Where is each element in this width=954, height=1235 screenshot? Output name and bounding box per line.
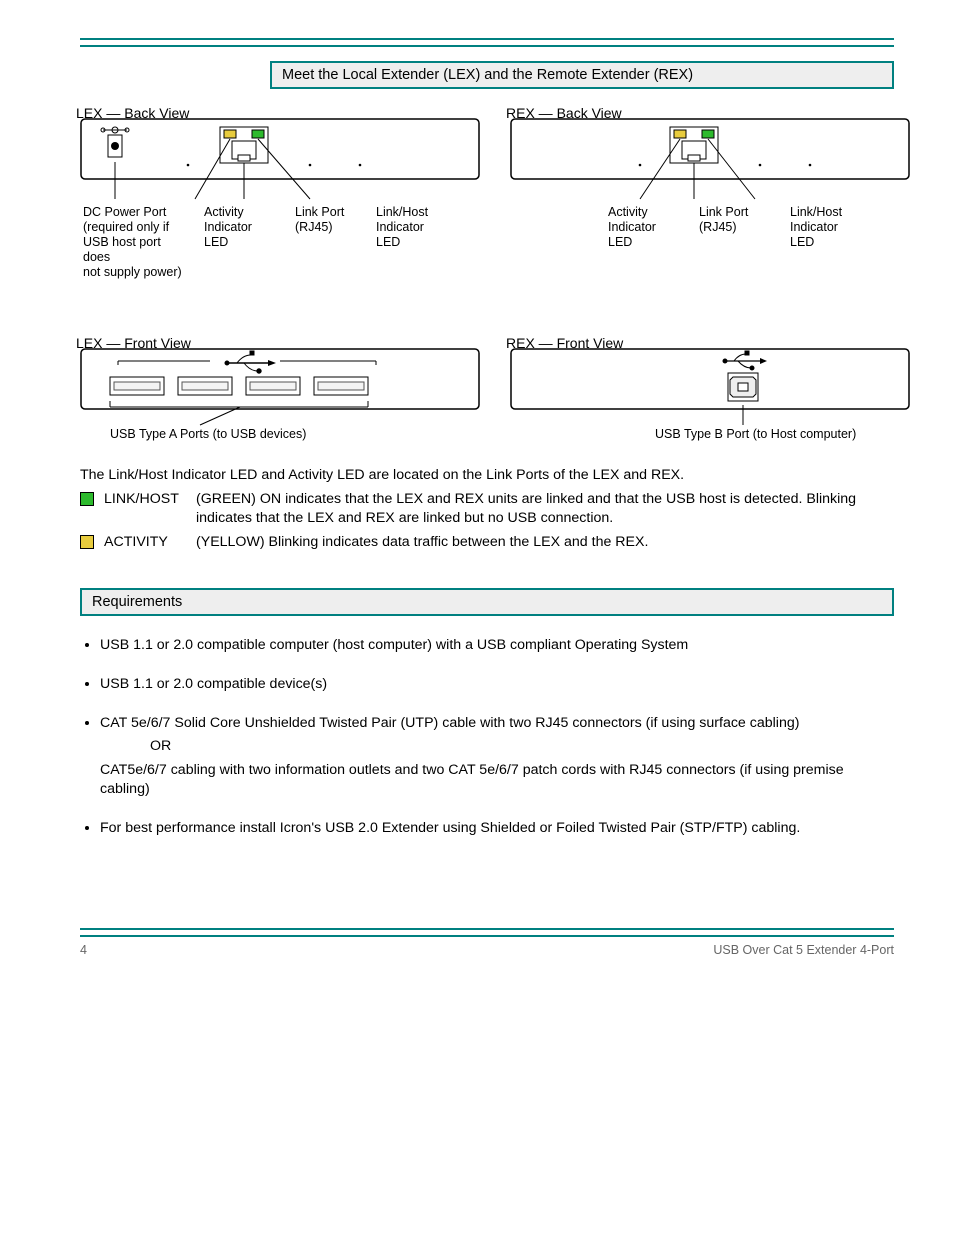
requirement-item: USB 1.1 or 2.0 compatible computer (host… bbox=[100, 634, 894, 655]
label-link-host-led: Link/Host IndicatorLED bbox=[375, 204, 478, 281]
top-rule bbox=[80, 38, 894, 47]
panel-rex-back: REX — Back View bbox=[510, 107, 910, 283]
panel-rex-front: REX — Front View bbox=[510, 337, 910, 442]
label-activity-led-rex: ActivityIndicatorLED bbox=[607, 204, 696, 251]
diagrams-block: LEX — Back View bbox=[80, 107, 894, 462]
label-usb-b-port: USB Type B Port (to Host computer) bbox=[655, 427, 910, 442]
panel-title: LEX — Front View bbox=[76, 335, 191, 351]
section-heading-hardware: Meet the Local Extender (LEX) and the Re… bbox=[270, 61, 894, 89]
label-link-port-rex: Link Port(RJ45) bbox=[698, 204, 787, 251]
led-description: The Link/Host Indicator LED and Activity… bbox=[80, 466, 894, 552]
led-activity-name: ACTIVITY bbox=[104, 533, 192, 551]
requirements-list: USB 1.1 or 2.0 compatible computer (host… bbox=[100, 634, 894, 838]
label-link-host-led-rex: Link/Host IndicatorLED bbox=[789, 204, 908, 251]
page-footer: 4 USB Over Cat 5 Extender 4-Port bbox=[80, 928, 894, 957]
label-dc-power: DC Power Port(required only ifUSB host p… bbox=[82, 204, 201, 281]
page-number: 4 bbox=[80, 943, 87, 957]
requirement-item: USB 1.1 or 2.0 compatible device(s) bbox=[100, 673, 894, 694]
led-link-name: LINK/HOST bbox=[104, 490, 192, 508]
diagram-lex-back bbox=[80, 107, 480, 202]
section-heading-requirements: Requirements bbox=[80, 588, 894, 616]
footer-title: USB Over Cat 5 Extender 4-Port bbox=[713, 943, 894, 957]
panel-lex-front: LEX — Front View bbox=[80, 337, 480, 442]
diagram-rex-back bbox=[510, 107, 910, 202]
label-link-port: Link Port(RJ45) bbox=[294, 204, 373, 281]
panel-title: LEX — Back View bbox=[76, 105, 189, 121]
led-link-desc: (GREEN) ON indicates that the LEX and RE… bbox=[196, 490, 894, 527]
panel-title: REX — Back View bbox=[506, 105, 622, 121]
led-swatch-yellow bbox=[80, 535, 94, 549]
panel-title: REX — Front View bbox=[506, 335, 623, 351]
panel-lex-back: LEX — Back View bbox=[80, 107, 480, 283]
requirement-item: For best performance install Icron's USB… bbox=[100, 817, 894, 838]
label-activity-led: ActivityIndicator LED bbox=[203, 204, 292, 281]
led-intro-text: The Link/Host Indicator LED and Activity… bbox=[80, 466, 894, 484]
led-activity-desc: (YELLOW) Blinking indicates data traffic… bbox=[196, 533, 648, 551]
label-usb-a-ports: USB Type A Ports (to USB devices) bbox=[110, 427, 480, 442]
requirement-item: CAT 5e/6/7 Solid Core Unshielded Twisted… bbox=[100, 712, 894, 799]
led-swatch-green bbox=[80, 492, 94, 506]
